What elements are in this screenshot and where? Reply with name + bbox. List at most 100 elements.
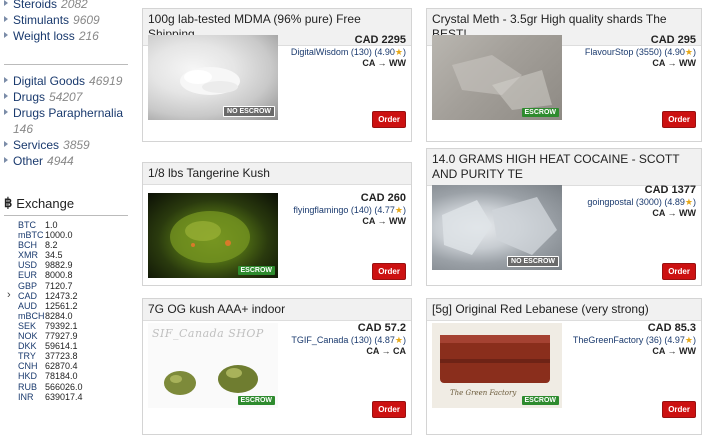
category-item-weight-loss[interactable]: Weight loss 216 <box>4 28 130 44</box>
category-item-digital-goods[interactable]: Digital Goods 46919 <box>4 73 130 89</box>
order-button[interactable]: Order <box>662 111 696 128</box>
currency-code[interactable]: NOK <box>9 331 45 341</box>
listing-title[interactable]: [5g] Original Red Lebanese (very strong) <box>427 299 701 321</box>
exchange-rate-rub[interactable]: RUB 566026.0 <box>9 382 130 392</box>
shipping-route: CA → WW <box>652 208 696 218</box>
order-button[interactable]: Order <box>372 263 406 280</box>
currency-code[interactable]: XMR <box>9 250 45 260</box>
currency-code[interactable]: TRY <box>9 351 45 361</box>
exchange-rate-eur[interactable]: EUR 8000.8 <box>9 270 130 280</box>
currency-code[interactable]: EUR <box>9 270 45 280</box>
exchange-rate-xmr[interactable]: XMR 34.5 <box>9 250 130 260</box>
currency-code[interactable]: HKD <box>9 371 45 381</box>
shop-watermark: SIF_Canada SHOP <box>152 327 264 340</box>
seller-link[interactable]: DigitalWisdom <box>291 47 349 57</box>
exchange-rate-sek[interactable]: SEK 79392.1 <box>9 321 130 331</box>
currency-code[interactable]: DKK <box>9 341 45 351</box>
seller-link[interactable]: TheGreenFactory <box>573 335 644 345</box>
category-item-services[interactable]: Services 3859 <box>4 137 130 153</box>
escrow-badge: ESCROW <box>521 108 559 117</box>
category-count: 146 <box>13 122 34 136</box>
currency-code[interactable]: INR <box>9 392 45 402</box>
category-label[interactable]: Steroids <box>13 0 57 12</box>
currency-code[interactable]: USD <box>9 260 45 270</box>
category-item-steroids[interactable]: Steroids 2082 <box>4 0 130 12</box>
listing-price: CAD 260 <box>360 192 406 204</box>
exchange-rate-usd[interactable]: USD 9882.9 <box>9 260 130 270</box>
category-item-drugs-paraphernalia[interactable]: Drugs Paraphernalia 146 <box>4 105 130 137</box>
seller-link[interactable]: TGIF_Canada <box>291 335 348 345</box>
listing-image[interactable]: The Green Factory ESCROW <box>432 323 562 408</box>
listing-title[interactable]: 1/8 lbs Tangerine Kush <box>143 163 411 185</box>
listing-card[interactable]: 100g lab-tested MDMA (96% pure) Free Shi… <box>142 8 412 142</box>
category-label[interactable]: Drugs Paraphernalia <box>13 105 123 121</box>
listing-card[interactable]: 7G OG kush AAA+ indoor SIF_Canada SHOP E… <box>142 298 412 435</box>
listing-image[interactable]: SIF_Canada SHOP ESCROW <box>148 323 278 408</box>
listing-card[interactable]: 1/8 lbs Tangerine Kush ESCROW CAD 260 fl… <box>142 162 412 286</box>
listing-image[interactable]: NO ESCROW <box>432 185 562 270</box>
category-label[interactable]: Services <box>13 137 59 153</box>
category-label[interactable]: Other <box>13 153 43 169</box>
exchange-rate-gbp[interactable]: GBP 7120.7 <box>9 281 130 291</box>
triangle-right-icon <box>4 157 8 163</box>
category-label[interactable]: Stimulants <box>13 12 69 28</box>
order-button[interactable]: Order <box>372 111 406 128</box>
listing-card[interactable]: Crystal Meth - 3.5gr High quality shards… <box>426 8 702 142</box>
exchange-rate-aud[interactable]: AUD 12561.2 <box>9 301 130 311</box>
category-item-drugs[interactable]: Drugs 54207 <box>4 89 130 105</box>
exchange-rate-mbtc[interactable]: mBTC 1000.0 <box>9 230 130 240</box>
order-button[interactable]: Order <box>662 263 696 280</box>
listing-title[interactable]: 7G OG kush AAA+ indoor <box>143 299 411 321</box>
currency-code[interactable]: GBP <box>9 281 45 291</box>
exchange-rate-try[interactable]: TRY 37723.8 <box>9 351 130 361</box>
category-item-stimulants[interactable]: Stimulants 9609 <box>4 12 130 28</box>
exchange-rate-cnh[interactable]: CNH 62870.4 <box>9 361 130 371</box>
listing-info: CAD 57.2 TGIF_Canada (130) (4.87★) CA → … <box>291 322 406 357</box>
listing-title[interactable]: 14.0 GRAMS HIGH HEAT COCAINE - SCOTT AND… <box>427 149 701 186</box>
category-label[interactable]: Drugs <box>13 89 45 105</box>
currency-code[interactable]: mBCH <box>9 311 45 321</box>
exchange-rate-bch[interactable]: BCH 8.2 <box>9 240 130 250</box>
category-item-other[interactable]: Other 4944 <box>4 153 130 169</box>
currency-code[interactable]: RUB <box>9 382 45 392</box>
listing-image[interactable]: NO ESCROW <box>148 35 278 120</box>
listing-card[interactable]: 14.0 GRAMS HIGH HEAT COCAINE - SCOTT AND… <box>426 148 702 286</box>
exchange-rate-nok[interactable]: NOK 77927.9 <box>9 331 130 341</box>
currency-code[interactable]: CNH <box>9 361 45 371</box>
triangle-right-icon <box>4 141 8 147</box>
triangle-right-icon <box>4 77 8 83</box>
category-count: 2082 <box>61 0 88 11</box>
listing-image[interactable]: ESCROW <box>148 193 278 278</box>
seller-link[interactable]: goingpostal <box>587 197 633 207</box>
shipping-route: CA → WW <box>652 58 696 68</box>
shipping-route: CA → CA <box>366 346 406 356</box>
order-button[interactable]: Order <box>372 401 406 418</box>
currency-code[interactable]: BCH <box>9 240 45 250</box>
currency-code[interactable]: BTC <box>9 220 45 230</box>
currency-code[interactable]: mBTC <box>9 230 45 240</box>
seller-stats: (130) (4.87 <box>350 335 395 345</box>
category-label[interactable]: Weight loss <box>13 28 75 44</box>
exchange-rate-inr[interactable]: INR 639017.4 <box>9 392 130 402</box>
subcategory-list: Steroids 2082 Stimulants 9609 Weight loss 2… <box>0 0 130 44</box>
category-label[interactable]: Digital Goods <box>13 73 85 89</box>
exchange-rate-hkd[interactable]: HKD 78184.0 <box>9 371 130 381</box>
exchange-rate-btc[interactable]: BTC 1.0 <box>9 220 130 230</box>
seller-link[interactable]: flyingflamingo <box>293 205 348 215</box>
listing-card[interactable]: [5g] Original Red Lebanese (very strong)… <box>426 298 702 435</box>
currency-rate: 12473.2 <box>45 290 78 301</box>
currency-code[interactable]: SEK <box>9 321 45 331</box>
exchange-rate-mbch[interactable]: mBCH 8284.0 <box>9 311 130 321</box>
seller-stats: (36) (4.97 <box>645 335 685 345</box>
currency-rate: 12561.2 <box>45 300 78 311</box>
star-icon: ★ <box>684 335 693 345</box>
exchange-rate-cad[interactable]: CAD12473.2 <box>7 290 130 301</box>
seller-link[interactable]: FlavourStop <box>585 47 634 57</box>
escrow-badge: ESCROW <box>521 396 559 405</box>
currency-code[interactable]: AUD <box>9 301 45 311</box>
exchange-rate-dkk[interactable]: DKK 59614.1 <box>9 341 130 351</box>
star-icon: ★ <box>394 205 403 215</box>
currency-code[interactable]: CAD <box>7 290 45 301</box>
listing-image[interactable]: ESCROW <box>432 35 562 120</box>
order-button[interactable]: Order <box>662 401 696 418</box>
